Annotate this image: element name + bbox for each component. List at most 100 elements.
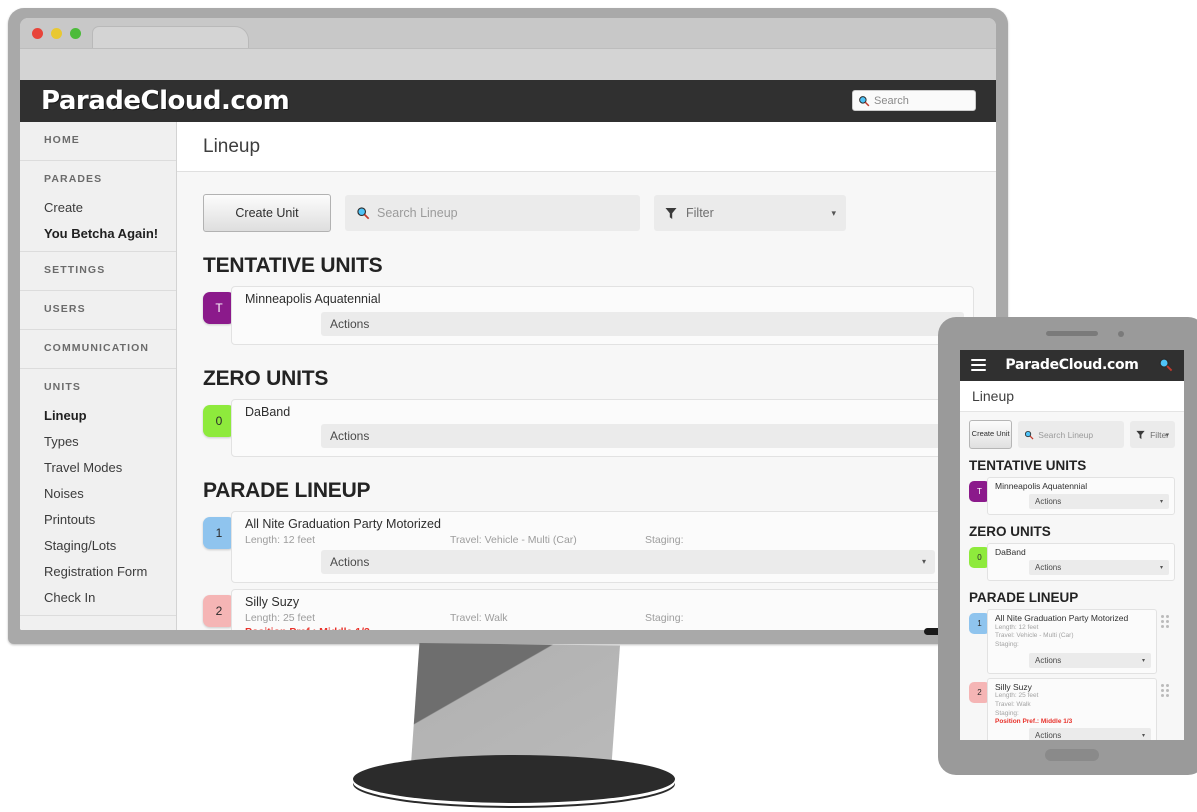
close-icon[interactable]: [32, 28, 43, 39]
magnifier-icon: [357, 207, 370, 220]
header-search-input[interactable]: Search: [852, 90, 976, 111]
window-controls: [32, 28, 81, 39]
unit-card: All Nite Graduation Party Motorized Lengt…: [231, 511, 945, 583]
sidebar-group-header[interactable]: COMMUNICATION: [20, 330, 176, 364]
unit-actions-dropdown[interactable]: Actions▾: [321, 311, 964, 336]
browser-toolbar: [20, 48, 996, 104]
unit-row: 1 All Nite Graduation Party Motorized Leng…: [203, 511, 974, 583]
unit-actions-label: Actions: [330, 554, 370, 569]
unit-position-pref: Position Pref.: Middle 1/3: [245, 626, 935, 631]
sidebar-item-staging-lots[interactable]: Staging/Lots: [20, 533, 176, 559]
mobile-search-button[interactable]: [1158, 357, 1173, 377]
mobile-unit-row: 0 DaBand Actions ▾: [969, 543, 1175, 582]
brand-logo[interactable]: ParadeCloud.com: [41, 86, 290, 116]
unit-length: Length: 25 feet: [245, 611, 316, 624]
mobile-unit-length: Length: 25 feet: [995, 692, 1039, 700]
monitor-stand-base: [353, 755, 675, 803]
sidebar-group-header[interactable]: SETTINGS: [20, 252, 176, 286]
mobile-search-lineup-input[interactable]: Search Lineup: [1018, 421, 1125, 448]
mobile-unit-actions-label: Actions: [1035, 655, 1062, 665]
sidebar-group-header[interactable]: USERS: [20, 291, 176, 325]
chevron-down-icon: ▾: [1159, 499, 1163, 506]
sidebar-item-check-in[interactable]: Check In: [20, 585, 176, 611]
mobile-drag-handle-icon[interactable]: [1161, 683, 1175, 697]
sidebar-item-lineup[interactable]: Lineup: [20, 403, 176, 429]
sidebar-item-you-betcha-again[interactable]: You Betcha Again!: [20, 221, 176, 247]
unit-name: Silly Suzy: [245, 595, 935, 611]
mobile-unit-actions-dropdown[interactable]: Actions ▾: [1029, 728, 1151, 740]
sidebar-item-create[interactable]: Create: [20, 195, 176, 221]
mobile-unit-actions-dropdown[interactable]: Actions ▾: [1029, 560, 1169, 576]
sidebar-group-header[interactable]: FINANCIALS: [20, 616, 176, 630]
mobile-unit-actions-dropdown[interactable]: Actions ▾: [1029, 494, 1169, 510]
unit-row: 2 Silly Suzy Length: 25 feet Travel: Walk St…: [203, 588, 974, 631]
sidebar-item-printouts[interactable]: Printouts: [20, 507, 176, 533]
mobile-brand-logo[interactable]: ParadeCloud.com: [960, 357, 1184, 373]
sidebar-group-header[interactable]: PARADES: [20, 161, 176, 195]
mobile-unit-length: Length: 12 feet: [995, 623, 1039, 631]
mobile-toolbar: Create Unit Search Lineup Filter ▾: [969, 420, 1175, 449]
unit-name: All Nite Graduation Party Motorized: [245, 517, 935, 533]
mobile-unit-actions-dropdown[interactable]: Actions ▾: [1029, 652, 1151, 668]
mobile-unit-staging: Staging:: [995, 641, 1019, 649]
sidebar-group-header[interactable]: HOME: [20, 122, 176, 156]
tablet-home-button[interactable]: [1045, 749, 1099, 761]
funnel-icon: [665, 207, 677, 219]
unit-travel: Travel: Walk: [450, 611, 508, 624]
scene: ParadeCloud.com Search HOME PARADES Create…: [0, 0, 1197, 812]
mobile-unit-card: All Nite Graduation Party Motorized Lengt…: [987, 609, 1157, 674]
mobile-unit-actions-label: Actions: [1035, 497, 1062, 507]
section-title: PARADE LINEUP: [203, 479, 371, 503]
unit-actions-label: Actions: [330, 429, 370, 444]
filter-dropdown[interactable]: Filter ▾: [654, 195, 846, 231]
sidebar-group: USERS: [20, 291, 176, 330]
unit-actions-label: Actions: [330, 316, 370, 331]
main-area: Lineup Create Unit Search Lineup Filter …: [177, 122, 996, 630]
page-title-bar: Lineup: [177, 122, 996, 172]
filter-label: Filter: [686, 206, 714, 220]
mobile-filter-dropdown[interactable]: Filter ▾: [1130, 421, 1175, 448]
sidebar-item-travel-modes[interactable]: Travel Modes: [20, 455, 176, 481]
section-title: TENTATIVE UNITS: [203, 254, 383, 277]
mobile-unit-name: Silly Suzy: [995, 681, 1032, 692]
tablet-speaker: [1046, 331, 1098, 336]
mobile-page-title-bar: Lineup: [960, 381, 1184, 412]
unit-name-text: Minneapolis Aquatennial: [245, 292, 381, 306]
mobile-section-title: TENTATIVE UNITS: [969, 458, 1087, 473]
mobile-unit-actions-label: Actions: [1035, 563, 1062, 573]
chevron-down-icon: ▾: [1141, 733, 1145, 740]
mobile-section-title: ZERO UNITS: [969, 524, 1051, 540]
search-lineup-input[interactable]: Search Lineup: [345, 195, 640, 231]
mobile-create-unit-button[interactable]: Create Unit: [969, 420, 1013, 449]
chevron-down-icon: ▾: [921, 557, 926, 567]
sidebar-item-types[interactable]: Types: [20, 429, 176, 455]
sidebar-group: FINANCIALS: [20, 616, 176, 630]
app-header: ParadeCloud.com Search: [20, 80, 996, 122]
sidebar-group: UNITS Lineup Types Travel Modes Noises Printo…: [20, 369, 176, 616]
unit-staging: Staging:: [645, 533, 684, 546]
unit-length: Length: 12 feet: [245, 533, 316, 546]
minimize-icon[interactable]: [51, 28, 62, 39]
mobile-unit-row: 2 Silly Suzy Length: 25 feet Travel: Walk St…: [969, 677, 1175, 740]
unit-name-text: All Nite Graduation Party Motorized: [245, 517, 441, 532]
maximize-icon[interactable]: [70, 28, 81, 39]
unit-name: DaBand: [245, 405, 964, 421]
magnifier-icon: [859, 95, 870, 106]
search-lineup-placeholder: Search Lineup: [377, 206, 458, 220]
tablet-device: ParadeCloud.com Lineup Create Unit Searc…: [938, 317, 1197, 775]
sidebar-group-header[interactable]: UNITS: [20, 369, 176, 403]
sidebar-item-noises[interactable]: Noises: [20, 481, 176, 507]
mobile-unit-actions-label: Actions: [1035, 731, 1062, 740]
sidebar-item-registration-form[interactable]: Registration Form: [20, 559, 176, 585]
unit-meta: Length: 12 feet Travel: Vehicle - Multi (…: [245, 534, 935, 546]
unit-actions-dropdown[interactable]: Actions▾: [321, 424, 964, 449]
create-unit-button[interactable]: Create Unit: [203, 194, 331, 232]
mobile-drag-handle-icon[interactable]: [1161, 615, 1175, 629]
browser-tab[interactable]: [92, 26, 249, 49]
unit-name: Minneapolis Aquatennial: [245, 292, 964, 308]
mobile-unit-card: Minneapolis Aquatennial Actions ▾: [987, 477, 1175, 516]
mobile-lineup-sections: TENTATIVE UNITS T Minneapolis Aquatennial A…: [969, 458, 1175, 740]
unit-actions-dropdown[interactable]: Actions ▾: [321, 549, 935, 574]
desktop-monitor: ParadeCloud.com Search HOME PARADES Create…: [8, 8, 1008, 644]
unit-staging: Staging:: [645, 611, 684, 624]
